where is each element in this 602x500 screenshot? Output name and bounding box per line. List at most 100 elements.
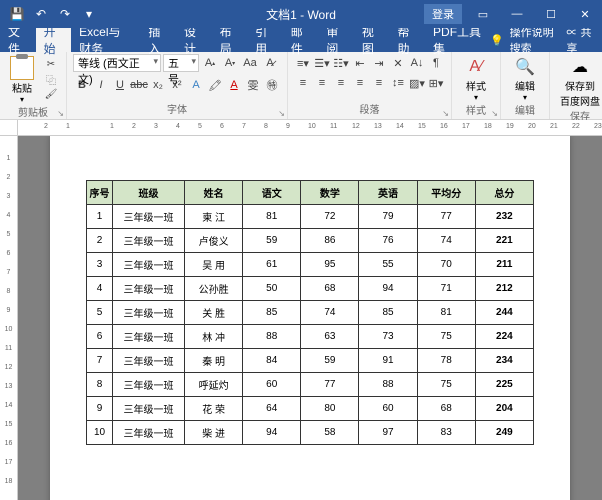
clear-format-icon[interactable]: A̷ (261, 54, 279, 72)
table-cell[interactable]: 10 (87, 421, 113, 445)
styles-launcher-icon[interactable]: ↘ (491, 109, 498, 118)
table-cell[interactable]: 50 (243, 277, 301, 301)
font-launcher-icon[interactable]: ↘ (278, 109, 285, 118)
table-cell[interactable]: 74 (417, 229, 475, 253)
decrease-indent-icon[interactable]: ⇤ (351, 54, 369, 72)
table-cell[interactable]: 关 胜 (185, 301, 243, 325)
numbering-icon[interactable]: ☰▾ (313, 54, 331, 72)
table-cell[interactable]: 83 (417, 421, 475, 445)
table-cell[interactable]: 81 (243, 205, 301, 229)
table-cell[interactable]: 60 (243, 373, 301, 397)
grow-font-icon[interactable]: A▴ (201, 54, 219, 72)
table-cell[interactable]: 224 (475, 325, 533, 349)
table-cell[interactable]: 97 (359, 421, 417, 445)
paste-button[interactable]: 粘贴 ▾ (6, 54, 38, 104)
tab-help[interactable]: 帮助 (389, 28, 425, 52)
tab-view[interactable]: 视图 (354, 28, 390, 52)
table-header-cell[interactable]: 平均分 (417, 181, 475, 205)
table-cell[interactable]: 68 (301, 277, 359, 301)
tab-design[interactable]: 设计 (176, 28, 212, 52)
table-cell[interactable]: 244 (475, 301, 533, 325)
table-cell[interactable]: 柬 江 (185, 205, 243, 229)
cut-icon[interactable]: ✂ (42, 57, 60, 71)
table-cell[interactable]: 55 (359, 253, 417, 277)
table-cell[interactable]: 75 (417, 325, 475, 349)
table-cell[interactable]: 58 (301, 421, 359, 445)
shrink-font-icon[interactable]: A▾ (221, 54, 239, 72)
clipboard-launcher-icon[interactable]: ↘ (57, 109, 64, 118)
table-header-cell[interactable]: 班级 (113, 181, 185, 205)
phonetic-icon[interactable]: 雯 (244, 76, 262, 94)
table-cell[interactable]: 84 (243, 349, 301, 373)
font-color-icon[interactable]: A (225, 76, 243, 94)
show-marks-icon[interactable]: ¶ (427, 54, 445, 72)
justify-icon[interactable]: ≡ (351, 74, 369, 92)
table-cell[interactable]: 85 (359, 301, 417, 325)
tab-file[interactable]: 文件 (0, 28, 36, 52)
table-cell[interactable]: 4 (87, 277, 113, 301)
styles-button[interactable]: A⁄ 样式 ▾ (458, 54, 494, 102)
tab-review[interactable]: 审阅 (318, 28, 354, 52)
format-painter-icon[interactable]: 🖌 (42, 87, 60, 101)
table-cell[interactable]: 秦 明 (185, 349, 243, 373)
table-header-cell[interactable]: 序号 (87, 181, 113, 205)
table-cell[interactable]: 三年级一班 (113, 301, 185, 325)
borders-icon[interactable]: ⊞▾ (427, 74, 445, 92)
shading-icon[interactable]: ▨▾ (408, 74, 426, 92)
highlight-icon[interactable]: 🖍 (206, 76, 224, 94)
font-size-select[interactable]: 五号 (163, 54, 199, 72)
table-cell[interactable]: 232 (475, 205, 533, 229)
table-cell[interactable]: 三年级一班 (113, 205, 185, 229)
table-cell[interactable]: 5 (87, 301, 113, 325)
table-cell[interactable]: 95 (301, 253, 359, 277)
table-cell[interactable]: 63 (301, 325, 359, 349)
table-cell[interactable]: 卢俊义 (185, 229, 243, 253)
table-cell[interactable]: 6 (87, 325, 113, 349)
table-cell[interactable]: 三年级一班 (113, 325, 185, 349)
table-cell[interactable]: 公孙胜 (185, 277, 243, 301)
table-cell[interactable]: 72 (301, 205, 359, 229)
table-header-cell[interactable]: 数学 (301, 181, 359, 205)
table-cell[interactable]: 86 (301, 229, 359, 253)
table-cell[interactable]: 81 (417, 301, 475, 325)
table-cell[interactable]: 234 (475, 349, 533, 373)
tab-mailings[interactable]: 邮件 (283, 28, 319, 52)
table-cell[interactable]: 花 荣 (185, 397, 243, 421)
table-cell[interactable]: 74 (301, 301, 359, 325)
table-cell[interactable]: 88 (359, 373, 417, 397)
text-effects-icon[interactable]: A (187, 76, 205, 94)
table-cell[interactable]: 75 (417, 373, 475, 397)
table-header-cell[interactable]: 姓名 (185, 181, 243, 205)
table-cell[interactable]: 吴 用 (185, 253, 243, 277)
table-cell[interactable]: 三年级一班 (113, 349, 185, 373)
table-cell[interactable]: 94 (243, 421, 301, 445)
multilevel-icon[interactable]: ☷▾ (332, 54, 350, 72)
table-cell[interactable]: 59 (243, 229, 301, 253)
table-cell[interactable]: 3 (87, 253, 113, 277)
table-cell[interactable]: 三年级一班 (113, 229, 185, 253)
table-cell[interactable]: 三年级一班 (113, 277, 185, 301)
table-cell[interactable]: 8 (87, 373, 113, 397)
table-cell[interactable]: 61 (243, 253, 301, 277)
table-cell[interactable]: 80 (301, 397, 359, 421)
redo-icon[interactable]: ↷ (54, 3, 76, 25)
table-cell[interactable]: 1 (87, 205, 113, 229)
table-cell[interactable]: 呼延灼 (185, 373, 243, 397)
horizontal-ruler[interactable]: 211234567891011121314151617181920212223 (18, 120, 602, 136)
table-cell[interactable]: 77 (417, 205, 475, 229)
tab-excel[interactable]: Excel与财务 (71, 28, 140, 52)
change-case-icon[interactable]: Aa (241, 54, 259, 72)
table-cell[interactable]: 三年级一班 (113, 253, 185, 277)
tab-home[interactable]: 开始 (36, 28, 72, 52)
tab-references[interactable]: 引用 (247, 28, 283, 52)
table-cell[interactable]: 85 (243, 301, 301, 325)
table-cell[interactable]: 76 (359, 229, 417, 253)
strike-icon[interactable]: abc (130, 76, 148, 94)
table-cell[interactable]: 9 (87, 397, 113, 421)
subscript-icon[interactable]: x₂ (149, 76, 167, 94)
editing-button[interactable]: 🔍 编辑 ▾ (507, 54, 543, 102)
undo-icon[interactable]: ↶ (30, 3, 52, 25)
vertical-ruler[interactable]: 123456789101112131415161718 (0, 136, 18, 500)
paragraph-launcher-icon[interactable]: ↘ (442, 109, 449, 118)
bullets-icon[interactable]: ≡▾ (294, 54, 312, 72)
